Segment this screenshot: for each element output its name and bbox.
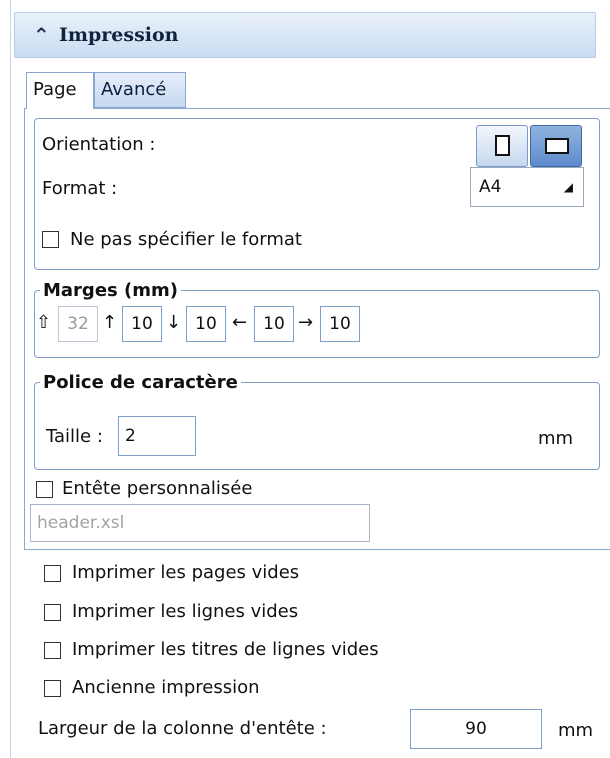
custom-header-file-input[interactable]: header.xsl [30,504,370,542]
custom-header-file-value: header.xsl [37,513,125,533]
custom-header-label: Entête personnalisée [62,478,253,499]
print-empty-pages-label: Imprimer les pages vides [72,562,300,583]
font-title: Police de caractère [40,372,241,393]
header-column-width-input[interactable]: 90 [410,709,542,749]
no-format-checkbox[interactable] [42,231,59,248]
margin-top-input[interactable]: 10 [122,306,162,342]
margins-title: Marges (mm) [40,280,181,301]
header-column-width-value: 90 [465,719,487,739]
tab-avance[interactable]: Avancé [94,72,186,108]
format-value: A4 [479,177,502,197]
font-size-value: 2 [125,426,136,446]
margin-right-input[interactable]: 10 [320,306,360,342]
no-format-label: Ne pas spécifier le format [70,229,302,250]
old-printing-label: Ancienne impression [72,677,260,698]
size-label: Taille : [46,426,103,447]
portrait-button[interactable] [476,125,528,167]
margin-left-input[interactable]: 10 [254,306,294,342]
arrow-right-icon: → [298,312,314,333]
orientation-label: Orientation : [42,134,156,155]
format-select[interactable]: A4 ◢ [470,167,584,207]
arrow-left-icon: ← [232,312,248,333]
portrait-page-icon [495,135,510,156]
top-margin-arrow-icon: ⇧ [36,312,52,333]
tab-page-label: Page [33,79,77,100]
section-header[interactable]: ⌃ Impression [14,12,596,58]
tab-page[interactable]: Page [26,72,94,109]
margin-header-input[interactable]: 32 [58,306,98,342]
print-empty-line-titles-checkbox[interactable] [44,642,61,659]
arrow-up-icon: ↑ [102,312,118,333]
print-empty-line-titles-label: Imprimer les titres de lignes vides [72,639,379,660]
header-column-width-unit: mm [558,720,594,741]
format-label: Format : [42,178,118,199]
margin-bottom-input[interactable]: 10 [186,306,226,342]
font-size-input[interactable]: 2 [118,416,196,456]
tab-avance-label: Avancé [101,79,167,100]
header-column-width-label: Largeur de la colonne d'entête : [38,718,327,739]
print-empty-lines-checkbox[interactable] [44,604,61,621]
section-title: Impression [59,24,179,46]
arrow-down-icon: ↓ [166,312,182,333]
landscape-page-icon [545,138,569,154]
dropdown-arrow-icon: ◢ [563,180,573,194]
old-printing-checkbox[interactable] [44,680,61,697]
custom-header-checkbox[interactable] [36,481,53,498]
print-empty-pages-checkbox[interactable] [44,565,61,582]
double-chevron-up-icon[interactable]: ⌃ [33,23,50,47]
print-empty-lines-label: Imprimer les lignes vides [72,601,299,622]
font-size-unit: mm [538,428,574,449]
landscape-button[interactable] [530,125,582,167]
